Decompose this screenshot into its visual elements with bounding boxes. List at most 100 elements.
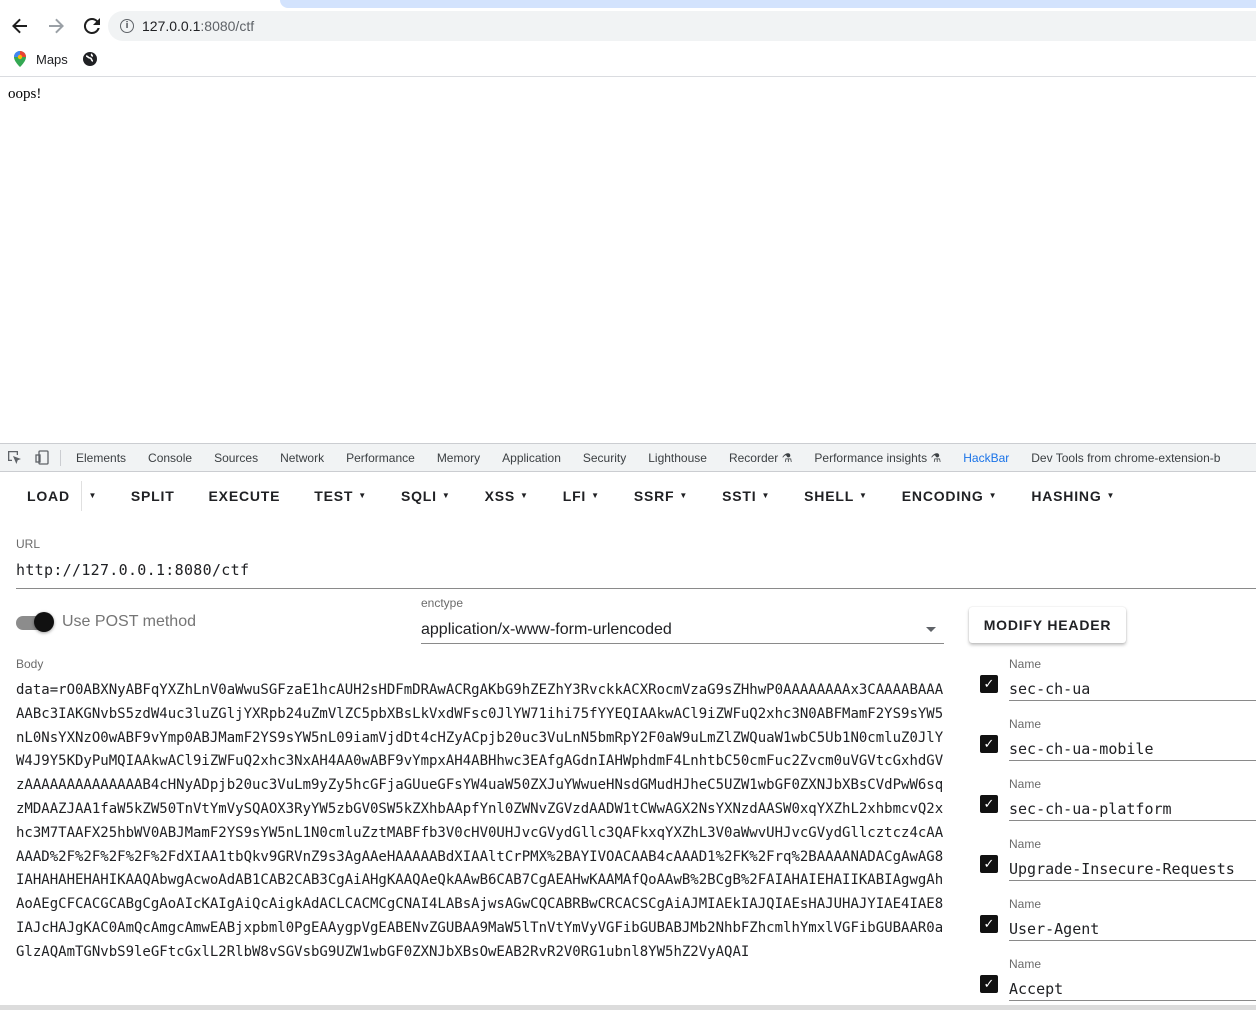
url-input[interactable]: http://127.0.0.1:8080/ctf (16, 561, 1256, 589)
xss-menu-button[interactable]: XSS ▼ (474, 478, 540, 514)
devtools-tab-bar: Elements Console Sources Network Perform… (0, 444, 1256, 472)
globe-icon[interactable] (82, 51, 98, 67)
maps-pin-icon (14, 51, 26, 67)
tab-network[interactable]: Network (269, 444, 335, 471)
tab-application[interactable]: Application (491, 444, 572, 471)
tab-extension-devtools[interactable]: Dev Tools from chrome-extension-b (1020, 444, 1231, 471)
header-enabled-checkbox[interactable]: ✓ (980, 975, 998, 993)
tab-strip (0, 0, 1256, 8)
bookmark-maps[interactable]: Maps (36, 52, 68, 67)
back-button[interactable] (4, 10, 36, 42)
header-row: ✓ Name Upgrade-Insecure-Requests (978, 837, 1256, 897)
lfi-menu-button[interactable]: LFI ▼ (552, 478, 611, 514)
tab-sources[interactable]: Sources (203, 444, 269, 471)
back-arrow-icon (12, 18, 27, 34)
hashing-menu-button[interactable]: HASHING ▼ (1020, 478, 1126, 514)
header-name-input[interactable]: sec-ch-ua (1009, 673, 1256, 701)
header-name-input[interactable]: User-Agent (1009, 913, 1256, 941)
header-row: ✓ Name sec-ch-ua-platform (978, 777, 1256, 837)
browser-toolbar: i 127.0.0.1:8080/ctf (0, 8, 1256, 44)
tab-memory[interactable]: Memory (426, 444, 491, 471)
tab-lighthouse[interactable]: Lighthouse (637, 444, 718, 471)
execute-button[interactable]: EXECUTE (198, 478, 292, 514)
post-method-toggle-row: Use POST method (16, 612, 196, 632)
header-enabled-checkbox[interactable]: ✓ (980, 795, 998, 813)
forward-arrow-icon (49, 18, 64, 34)
header-name-input[interactable]: sec-ch-ua-platform (1009, 793, 1256, 821)
header-enabled-checkbox[interactable]: ✓ (980, 675, 998, 693)
caret-down-icon: ▼ (679, 491, 689, 500)
load-dropdown-caret-icon[interactable]: ▼ (82, 481, 104, 511)
ssti-menu-button[interactable]: SSTI ▼ (711, 478, 781, 514)
tab-console[interactable]: Console (137, 444, 203, 471)
horizontal-scrollbar[interactable] (0, 1005, 1256, 1010)
tab-performance[interactable]: Performance (335, 444, 426, 471)
hackbar-menu: LOAD ▼ SPLIT EXECUTE TEST ▼ SQLI ▼ XSS ▼ LF… (0, 472, 1256, 519)
sqli-menu-label: SQLI (400, 487, 437, 504)
body-label: Body (16, 657, 44, 671)
body-field-group: Body data=rO0ABXNyABFqYXZhLnV0aWwuSGFzaE… (16, 657, 946, 1009)
tab-recorder-label: Recorder (728, 450, 779, 465)
header-enabled-checkbox[interactable]: ✓ (980, 735, 998, 753)
page-content: oops! (0, 77, 1256, 443)
encoding-menu-button[interactable]: ENCODING ▼ (891, 478, 1009, 514)
header-row: ✓ Name Accept (978, 957, 1256, 1010)
enctype-select[interactable]: application/x-www-form-urlencoded (421, 616, 944, 644)
tab-hackbar[interactable]: HackBar (952, 444, 1021, 471)
forward-button[interactable] (40, 10, 72, 42)
caret-down-icon: ▼ (761, 491, 771, 500)
body-textarea[interactable]: data=rO0ABXNyABFqYXZhLnV0aWwuSGFzaE1hcAU… (16, 679, 946, 1009)
header-name-label: Name (1009, 777, 1042, 791)
caret-down-icon: ▼ (441, 491, 451, 500)
shell-menu-button[interactable]: SHELL ▼ (793, 478, 879, 514)
header-name-label: Name (1009, 957, 1042, 971)
enctype-selected-value: application/x-www-form-urlencoded (421, 620, 672, 638)
tab-recorder[interactable]: Recorder ⚗ (718, 444, 803, 471)
tab-elements[interactable]: Elements (65, 444, 137, 471)
test-menu-label: TEST (314, 487, 354, 504)
enctype-select-group: enctype application/x-www-form-urlencode… (421, 596, 944, 644)
address-bar-url[interactable]: 127.0.0.1:8080/ctf (142, 18, 254, 34)
page-message: oops! (8, 86, 42, 102)
caret-down-icon: ▼ (988, 491, 998, 500)
ssrf-menu-button[interactable]: SSRF ▼ (623, 478, 699, 514)
devtools-tab-divider (60, 449, 61, 466)
header-enabled-checkbox[interactable]: ✓ (980, 855, 998, 873)
reload-button[interactable] (76, 10, 108, 42)
split-button[interactable]: SPLIT (120, 478, 186, 514)
caret-down-icon: ▼ (520, 491, 529, 500)
header-row: ✓ Name User-Agent (978, 897, 1256, 957)
modify-header-button[interactable]: MODIFY HEADER (969, 607, 1126, 643)
caret-down-icon: ▼ (358, 491, 367, 500)
tab-performance-insights-label: Performance insights (814, 450, 928, 465)
header-name-input[interactable]: Upgrade-Insecure-Requests (1009, 853, 1256, 881)
caret-down-icon: ▼ (859, 491, 868, 500)
post-method-switch[interactable] (16, 612, 54, 632)
header-name-input[interactable]: Accept (1009, 973, 1256, 1001)
caret-down-icon: ▼ (591, 491, 600, 500)
flask-icon: ⚗ (930, 450, 942, 465)
url-host: 127.0.0.1 (142, 18, 201, 34)
shell-menu-label: SHELL (804, 487, 855, 504)
header-enabled-checkbox[interactable]: ✓ (980, 915, 998, 933)
test-menu-button[interactable]: TEST ▼ (303, 478, 378, 514)
header-name-label: Name (1009, 837, 1042, 851)
sqli-menu-button[interactable]: SQLI ▼ (390, 478, 462, 514)
devtools-panel: Elements Console Sources Network Perform… (0, 443, 1256, 1010)
lfi-menu-label: LFI (562, 487, 587, 504)
tab-security[interactable]: Security (572, 444, 637, 471)
load-button[interactable]: LOAD (16, 480, 82, 511)
tab-performance-insights[interactable]: Performance insights ⚗ (803, 444, 952, 471)
reload-icon (83, 17, 100, 34)
header-name-label: Name (1009, 657, 1042, 671)
header-name-label: Name (1009, 717, 1042, 731)
post-method-label: Use POST method (62, 613, 196, 630)
device-toolbar-icon[interactable] (28, 444, 56, 471)
dropdown-arrow-icon (926, 627, 936, 632)
address-bar[interactable]: i 127.0.0.1:8080/ctf (108, 11, 1256, 41)
header-name-input[interactable]: sec-ch-ua-mobile (1009, 733, 1256, 761)
site-info-icon[interactable]: i (120, 19, 134, 33)
url-label: URL (16, 537, 41, 551)
inspect-element-icon[interactable] (0, 444, 28, 471)
url-field-group: URL http://127.0.0.1:8080/ctf (16, 537, 1256, 589)
